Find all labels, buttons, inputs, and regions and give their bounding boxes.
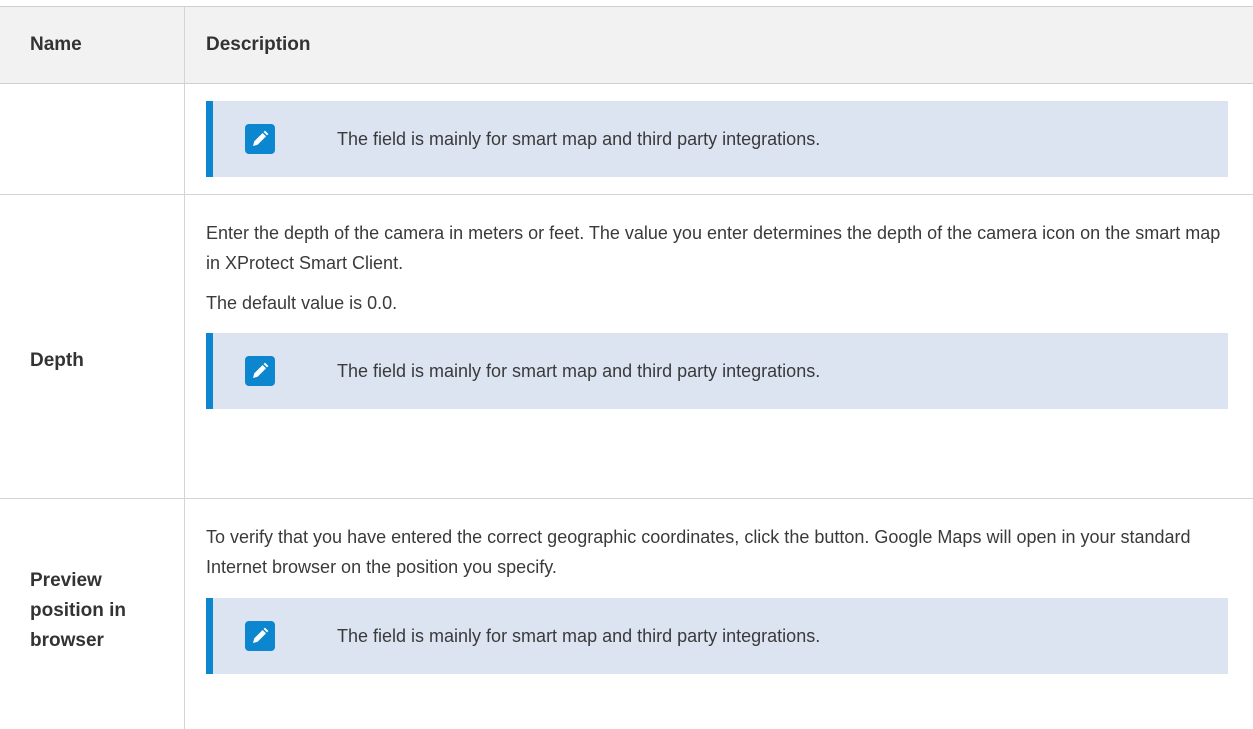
row-divider xyxy=(0,498,1253,499)
note-box: The field is mainly for smart map and th… xyxy=(206,333,1228,409)
column-divider xyxy=(184,84,185,729)
depth-default-value: The default value is 0.0. xyxy=(206,293,398,313)
row-name-depth: Depth xyxy=(30,350,84,371)
pencil-note-icon xyxy=(245,124,275,154)
row-divider xyxy=(0,194,1253,195)
note-text: The field is mainly for smart map and th… xyxy=(337,361,821,381)
header-column-divider xyxy=(184,7,185,83)
note-box: The field is mainly for smart map and th… xyxy=(206,598,1228,674)
table-header: Name Description xyxy=(0,6,1253,84)
depth-description: Enter the depth of the camera in meters … xyxy=(206,223,1221,273)
pencil-note-icon xyxy=(245,621,275,651)
row-name-preview-position: Preview position in browser xyxy=(30,570,127,651)
properties-table: Name Description The field is mainly for… xyxy=(0,0,1253,729)
preview-position-description: To verify that you have entered the corr… xyxy=(206,527,1191,577)
pencil-note-icon xyxy=(245,356,275,386)
note-text: The field is mainly for smart map and th… xyxy=(337,626,821,646)
header-description: Description xyxy=(206,34,311,55)
note-text: The field is mainly for smart map and th… xyxy=(337,129,821,149)
header-name: Name xyxy=(30,34,82,55)
note-box: The field is mainly for smart map and th… xyxy=(206,101,1228,177)
